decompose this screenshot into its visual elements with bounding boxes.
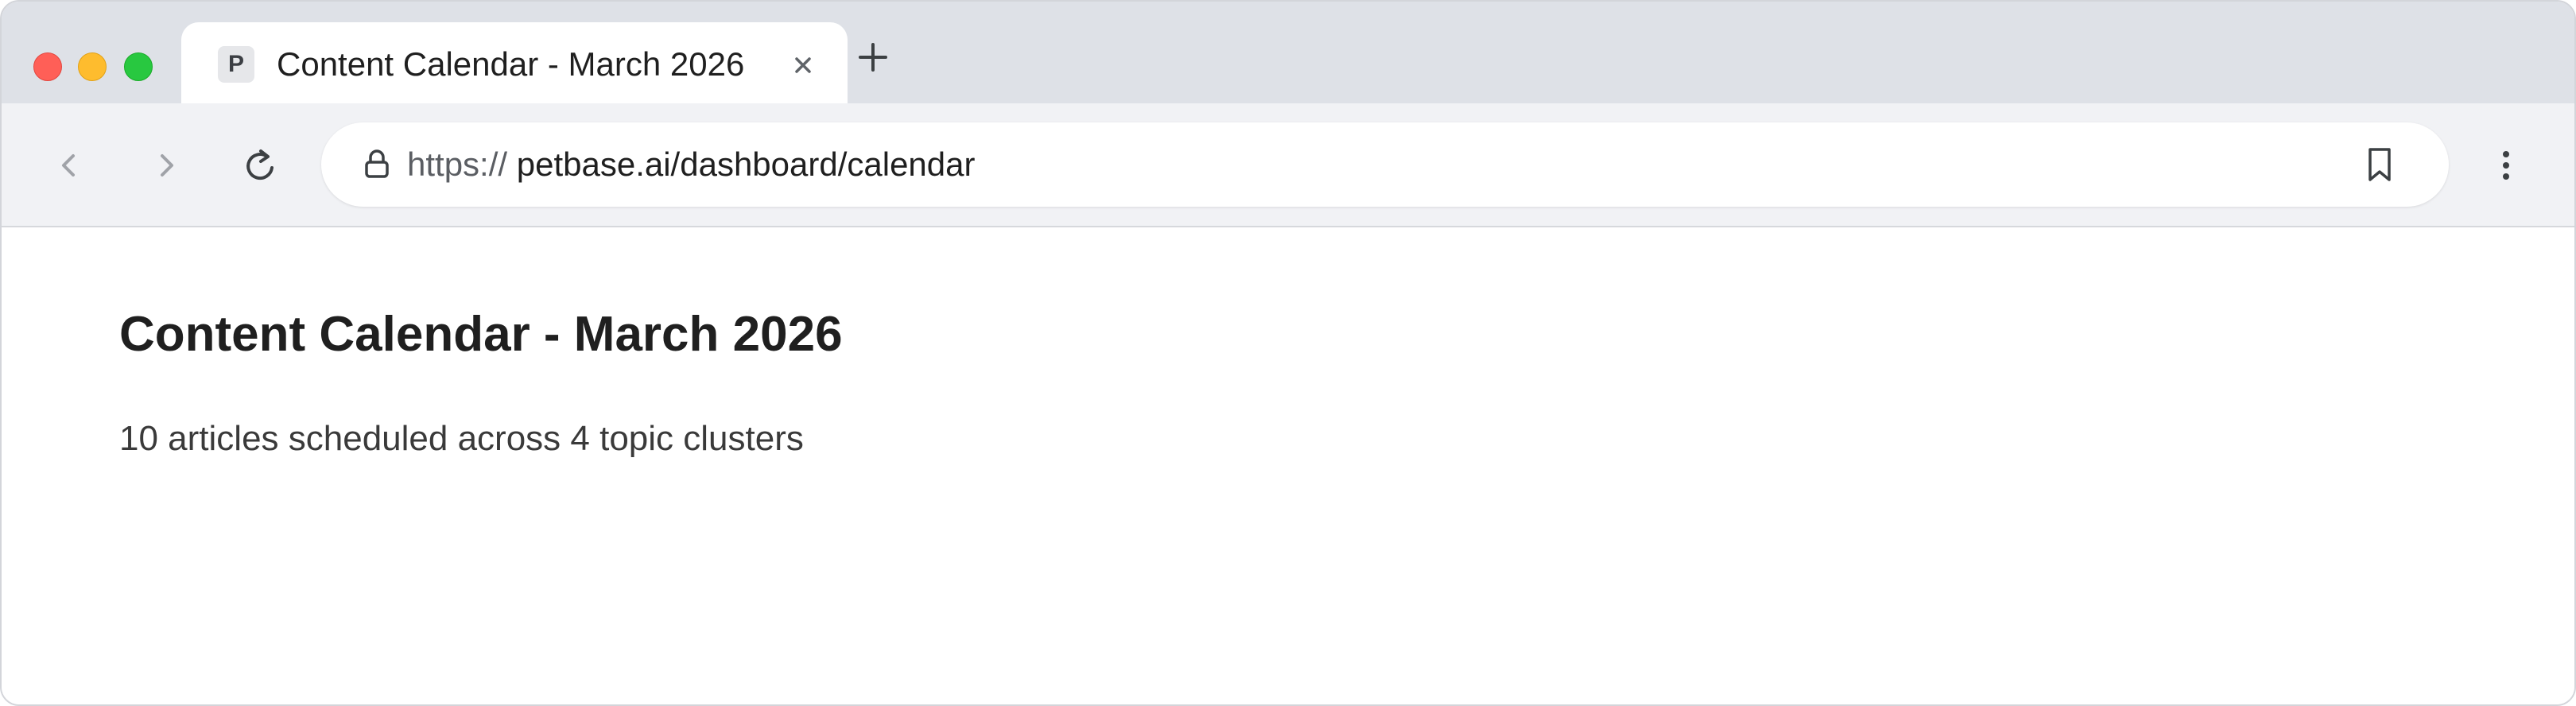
close-window-button[interactable]	[33, 52, 62, 81]
bookmark-icon[interactable]	[2360, 143, 2399, 186]
url-host-path: petbase.ai/dashboard/calendar	[516, 145, 976, 183]
browser-toolbar: https:// petbase.ai/dashboard/calendar	[2, 103, 2574, 227]
maximize-window-button[interactable]	[124, 52, 153, 81]
browser-window: P Content Calendar - March 2026 https://…	[0, 0, 2576, 706]
plus-icon[interactable]	[854, 38, 892, 76]
page-subtitle: 10 articles scheduled across 4 topic clu…	[119, 419, 804, 458]
back-icon[interactable]	[46, 142, 94, 189]
forward-icon[interactable]	[142, 142, 189, 189]
close-icon[interactable]	[787, 49, 819, 81]
tab-strip: P Content Calendar - March 2026	[2, 2, 2574, 103]
address-bar[interactable]: https:// petbase.ai/dashboard/calendar	[321, 122, 2449, 207]
page-title: Content Calendar - March 2026	[119, 307, 843, 362]
tab-title: Content Calendar - March 2026	[277, 45, 745, 83]
favicon-icon: P	[218, 46, 254, 83]
reload-icon[interactable]	[237, 142, 285, 189]
kebab-menu-icon[interactable]	[2482, 142, 2530, 189]
lock-icon[interactable]	[359, 146, 394, 183]
url-scheme: https://	[407, 145, 508, 183]
url-text[interactable]: https:// petbase.ai/dashboard/calendar	[407, 143, 976, 186]
page-content: Content Calendar - March 2026 10 article…	[2, 227, 2574, 704]
minimize-window-button[interactable]	[78, 52, 107, 81]
tab-content-calendar[interactable]: P Content Calendar - March 2026	[181, 22, 848, 103]
